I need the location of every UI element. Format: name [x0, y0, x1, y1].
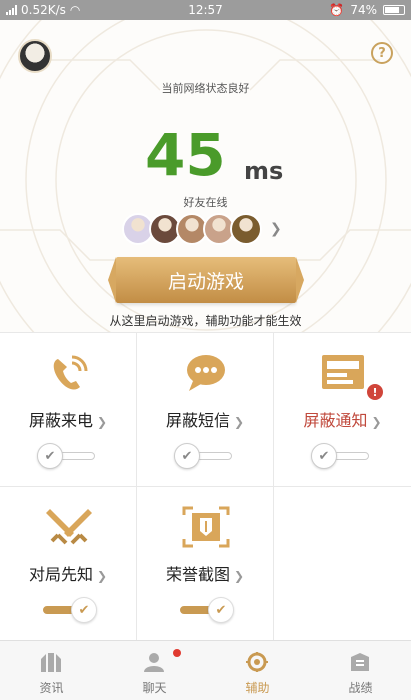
feature-label-text: 屏蔽来电 — [28, 411, 93, 430]
network-status: 当前网络状态良好 — [161, 82, 250, 95]
ping-value: 45 — [145, 121, 226, 189]
chevron-right-icon: ❯ — [96, 415, 108, 429]
tab-label: 辅助 — [245, 681, 270, 695]
toggle-honor-screenshot[interactable]: ✔ — [174, 597, 234, 623]
battery-icon — [383, 5, 405, 15]
toggle-block-notifications[interactable]: ✔ — [311, 443, 371, 469]
record-icon — [351, 653, 369, 671]
check-icon: ✔ — [208, 597, 234, 623]
toggle-match-preview[interactable]: ✔ — [37, 597, 97, 623]
alert-badge: ! — [367, 384, 383, 400]
friends-online-list[interactable]: ❯ — [122, 213, 282, 245]
hero-panel: ? 当前网络状态良好 45 ms 好友在线 ❯ 启动游戏 从这里启动游戏，辅助功… — [0, 20, 411, 332]
screenshot-icon — [182, 506, 230, 548]
assist-icon — [246, 652, 268, 672]
chat-icon — [144, 653, 164, 672]
tab-news[interactable]: 资讯 — [0, 641, 103, 700]
feature-label-sms[interactable]: 屏蔽短信 ❯ — [137, 407, 273, 431]
tab-label: 聊天 — [142, 681, 167, 695]
feature-block-calls: 屏蔽来电 ❯ ✔ — [0, 333, 137, 487]
help-icon[interactable]: ? — [371, 42, 393, 64]
toggle-block-sms[interactable]: ✔ — [174, 443, 234, 469]
feature-label-text: 对局先知 — [28, 565, 93, 584]
feature-label-match-preview[interactable]: 对局先知 ❯ — [0, 561, 136, 585]
start-game-button[interactable]: 启动游戏 — [108, 257, 304, 303]
battery-percent: 74% — [350, 3, 377, 17]
chevron-right-icon: ❯ — [96, 569, 108, 583]
feature-label-calls[interactable]: 屏蔽来电 ❯ — [0, 407, 136, 431]
news-icon — [41, 653, 61, 672]
status-bar: 0.52K/s ◠ 12:57 ⏰ 74% — [0, 0, 411, 20]
chevron-right-icon: ❯ — [233, 415, 245, 429]
bottom-tab-bar: 资讯 聊天 辅助 战绩 — [0, 640, 411, 700]
tab-record[interactable]: 战绩 — [309, 641, 411, 700]
user-avatar[interactable] — [18, 39, 52, 73]
tab-label: 资讯 — [39, 681, 64, 695]
chevron-right-icon: ❯ — [233, 569, 245, 583]
tab-chat[interactable]: 聊天 — [103, 641, 206, 700]
empty-cell — [274, 487, 411, 641]
notification-icon — [322, 355, 364, 389]
feature-label-text: 屏蔽通知 — [303, 411, 368, 430]
feature-honor-screenshot: 荣誉截图 ❯ ✔ — [137, 487, 274, 641]
toggle-block-calls[interactable]: ✔ — [37, 443, 97, 469]
unread-dot — [173, 649, 181, 657]
chevron-right-icon: ❯ — [371, 415, 382, 429]
check-icon: ✔ — [37, 443, 63, 469]
feature-block-sms: 屏蔽短信 ❯ ✔ — [137, 333, 274, 487]
check-icon: ✔ — [311, 443, 337, 469]
friend-avatar[interactable] — [230, 213, 262, 245]
feature-block-notifications: ! 屏蔽通知 ❯ ✔ — [274, 333, 411, 487]
tab-label: 战绩 — [348, 681, 373, 695]
check-icon: ✔ — [174, 443, 200, 469]
feature-match-preview: 对局先知 ❯ ✔ — [0, 487, 137, 641]
friends-online-label: 好友在线 — [183, 196, 228, 209]
feature-grid: 屏蔽来电 ❯ ✔ 屏蔽短信 ❯ ✔ ! 屏蔽通知 ❯ ✔ 对局先知 ❯ ✔ 荣誉… — [0, 332, 411, 641]
tab-assist[interactable]: 辅助 — [206, 641, 309, 700]
feature-label-notifications[interactable]: 屏蔽通知 ❯ — [274, 407, 411, 431]
feature-label-text: 荣誉截图 — [165, 565, 230, 584]
chevron-right-icon[interactable]: ❯ — [270, 221, 282, 237]
phone-icon — [53, 355, 88, 390]
start-hint: 从这里启动游戏，辅助功能才能生效 — [109, 314, 302, 328]
feature-label-honor-screenshot[interactable]: 荣誉截图 ❯ — [137, 561, 273, 585]
alarm-icon: ⏰ — [329, 3, 345, 17]
check-icon: ✔ — [71, 597, 97, 623]
message-icon — [187, 355, 225, 391]
ping-unit: ms — [244, 157, 284, 185]
crossed-swords-icon — [46, 509, 92, 545]
feature-label-text: 屏蔽短信 — [165, 411, 230, 430]
